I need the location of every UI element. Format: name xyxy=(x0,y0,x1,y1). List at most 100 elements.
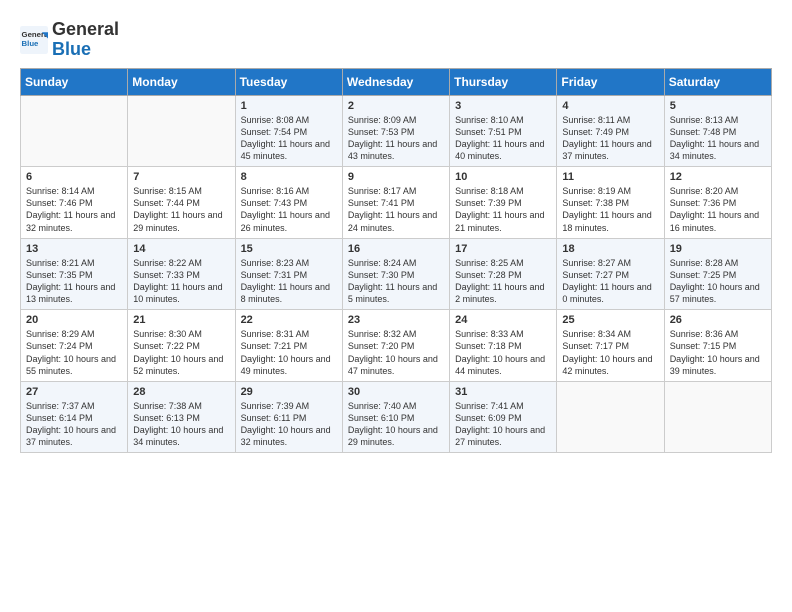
day-number: 30 xyxy=(348,386,444,398)
day-content: Sunrise: 8:21 AM Sunset: 7:35 PM Dayligh… xyxy=(26,257,122,306)
calendar-table: SundayMondayTuesdayWednesdayThursdayFrid… xyxy=(20,68,772,454)
day-number: 27 xyxy=(26,386,122,398)
day-content: Sunrise: 8:28 AM Sunset: 7:25 PM Dayligh… xyxy=(670,257,766,306)
calendar-cell: 16Sunrise: 8:24 AM Sunset: 7:30 PM Dayli… xyxy=(342,238,449,310)
calendar-cell xyxy=(557,381,664,453)
day-number: 4 xyxy=(562,100,658,112)
calendar-cell: 13Sunrise: 8:21 AM Sunset: 7:35 PM Dayli… xyxy=(21,238,128,310)
calendar-cell: 3Sunrise: 8:10 AM Sunset: 7:51 PM Daylig… xyxy=(450,95,557,167)
calendar-cell: 4 Sunrise: 8:11 AM Sunset: 7:49 PM Daylig… xyxy=(557,95,664,167)
day-content: Sunrise: 8:20 AM Sunset: 7:36 PM Dayligh… xyxy=(670,185,766,234)
calendar-cell: 11 Sunrise: 8:19 AM Sunset: 7:38 PM Dayli… xyxy=(557,167,664,239)
calendar-cell: 12 Sunrise: 8:20 AM Sunset: 7:36 PM Dayli… xyxy=(664,167,771,239)
day-content: Sunrise: 8:34 AM Sunset: 7:17 PM Dayligh… xyxy=(562,328,658,377)
day-number: 12 xyxy=(670,171,766,183)
calendar-cell: 30Sunrise: 7:40 AM Sunset: 6:10 PM Dayli… xyxy=(342,381,449,453)
day-number: 23 xyxy=(348,314,444,326)
day-content: Sunrise: 7:37 AM Sunset: 6:14 PM Dayligh… xyxy=(26,400,122,449)
calendar-week-1: 1 Sunrise: 8:08 AM Sunset: 7:54 PM Daylig… xyxy=(21,95,772,167)
calendar-cell: 17 Sunrise: 8:25 AM Sunset: 7:28 PM Dayli… xyxy=(450,238,557,310)
day-number: 29 xyxy=(241,386,337,398)
calendar-week-4: 20 Sunrise: 8:29 AM Sunset: 7:24 PM Dayli… xyxy=(21,310,772,382)
day-number: 7 xyxy=(133,171,229,183)
day-number: 26 xyxy=(670,314,766,326)
calendar-cell: 1 Sunrise: 8:08 AM Sunset: 7:54 PM Daylig… xyxy=(235,95,342,167)
day-content: Sunrise: 8:29 AM Sunset: 7:24 PM Dayligh… xyxy=(26,328,122,377)
day-content: Sunrise: 7:39 AM Sunset: 6:11 PM Dayligh… xyxy=(241,400,337,449)
day-content: Sunrise: 8:25 AM Sunset: 7:28 PM Dayligh… xyxy=(455,257,551,306)
day-content: Sunrise: 8:10 AM Sunset: 7:51 PM Dayligh… xyxy=(455,114,551,163)
day-number: 20 xyxy=(26,314,122,326)
day-number: 2 xyxy=(348,100,444,112)
calendar-cell: 10 Sunrise: 8:18 AM Sunset: 7:39 PM Dayli… xyxy=(450,167,557,239)
calendar-cell: 9 Sunrise: 8:17 AM Sunset: 7:41 PM Daylig… xyxy=(342,167,449,239)
calendar-cell: 23 Sunrise: 8:32 AM Sunset: 7:20 PM Dayli… xyxy=(342,310,449,382)
day-number: 6 xyxy=(26,171,122,183)
day-number: 9 xyxy=(348,171,444,183)
day-number: 1 xyxy=(241,100,337,112)
day-content: Sunrise: 8:36 AM Sunset: 7:15 PM Dayligh… xyxy=(670,328,766,377)
calendar-cell: 28 Sunrise: 7:38 AM Sunset: 6:13 PM Dayli… xyxy=(128,381,235,453)
day-number: 31 xyxy=(455,386,551,398)
day-content: Sunrise: 8:23 AM Sunset: 7:31 PM Dayligh… xyxy=(241,257,337,306)
calendar-cell xyxy=(21,95,128,167)
day-content: Sunrise: 8:27 AM Sunset: 7:27 PM Dayligh… xyxy=(562,257,658,306)
dow-thursday: Thursday xyxy=(450,68,557,95)
day-content: Sunrise: 8:08 AM Sunset: 7:54 PM Dayligh… xyxy=(241,114,337,163)
day-number: 24 xyxy=(455,314,551,326)
dow-tuesday: Tuesday xyxy=(235,68,342,95)
day-content: Sunrise: 8:19 AM Sunset: 7:38 PM Dayligh… xyxy=(562,185,658,234)
day-number: 5 xyxy=(670,100,766,112)
day-content: Sunrise: 8:17 AM Sunset: 7:41 PM Dayligh… xyxy=(348,185,444,234)
calendar-cell: 31 Sunrise: 7:41 AM Sunset: 6:09 PM Dayli… xyxy=(450,381,557,453)
calendar-cell: 25 Sunrise: 8:34 AM Sunset: 7:17 PM Dayli… xyxy=(557,310,664,382)
day-content: Sunrise: 8:14 AM Sunset: 7:46 PM Dayligh… xyxy=(26,185,122,234)
calendar-cell: 19 Sunrise: 8:28 AM Sunset: 7:25 PM Dayli… xyxy=(664,238,771,310)
logo: General Blue General Blue xyxy=(20,20,119,60)
dow-sunday: Sunday xyxy=(21,68,128,95)
day-number: 8 xyxy=(241,171,337,183)
day-number: 28 xyxy=(133,386,229,398)
day-content: Sunrise: 8:30 AM Sunset: 7:22 PM Dayligh… xyxy=(133,328,229,377)
day-of-week-header-row: SundayMondayTuesdayWednesdayThursdayFrid… xyxy=(21,68,772,95)
calendar-cell: 14 Sunrise: 8:22 AM Sunset: 7:33 PM Dayli… xyxy=(128,238,235,310)
day-content: Sunrise: 7:41 AM Sunset: 6:09 PM Dayligh… xyxy=(455,400,551,449)
day-number: 25 xyxy=(562,314,658,326)
day-content: Sunrise: 8:32 AM Sunset: 7:20 PM Dayligh… xyxy=(348,328,444,377)
calendar-week-2: 6 Sunrise: 8:14 AM Sunset: 7:46 PM Daylig… xyxy=(21,167,772,239)
calendar-cell xyxy=(128,95,235,167)
calendar-cell: 7 Sunrise: 8:15 AM Sunset: 7:44 PM Daylig… xyxy=(128,167,235,239)
day-number: 18 xyxy=(562,243,658,255)
day-content: Sunrise: 7:38 AM Sunset: 6:13 PM Dayligh… xyxy=(133,400,229,449)
day-number: 21 xyxy=(133,314,229,326)
dow-friday: Friday xyxy=(557,68,664,95)
svg-text:Blue: Blue xyxy=(22,39,40,48)
logo-text: General Blue xyxy=(52,20,119,60)
calendar-week-3: 13Sunrise: 8:21 AM Sunset: 7:35 PM Dayli… xyxy=(21,238,772,310)
day-number: 11 xyxy=(562,171,658,183)
day-content: Sunrise: 8:11 AM Sunset: 7:49 PM Dayligh… xyxy=(562,114,658,163)
calendar-cell: 8 Sunrise: 8:16 AM Sunset: 7:43 PM Daylig… xyxy=(235,167,342,239)
calendar-cell: 21 Sunrise: 8:30 AM Sunset: 7:22 PM Dayli… xyxy=(128,310,235,382)
calendar-cell: 5Sunrise: 8:13 AM Sunset: 7:48 PM Daylig… xyxy=(664,95,771,167)
day-number: 19 xyxy=(670,243,766,255)
calendar-cell: 29 Sunrise: 7:39 AM Sunset: 6:11 PM Dayli… xyxy=(235,381,342,453)
day-content: Sunrise: 8:16 AM Sunset: 7:43 PM Dayligh… xyxy=(241,185,337,234)
day-content: Sunrise: 8:33 AM Sunset: 7:18 PM Dayligh… xyxy=(455,328,551,377)
logo-icon: General Blue xyxy=(20,26,48,54)
calendar-cell: 24 Sunrise: 8:33 AM Sunset: 7:18 PM Dayli… xyxy=(450,310,557,382)
day-content: Sunrise: 8:15 AM Sunset: 7:44 PM Dayligh… xyxy=(133,185,229,234)
day-content: Sunrise: 8:18 AM Sunset: 7:39 PM Dayligh… xyxy=(455,185,551,234)
day-number: 14 xyxy=(133,243,229,255)
calendar-cell: 26 Sunrise: 8:36 AM Sunset: 7:15 PM Dayli… xyxy=(664,310,771,382)
day-number: 22 xyxy=(241,314,337,326)
day-number: 10 xyxy=(455,171,551,183)
day-number: 16 xyxy=(348,243,444,255)
calendar-cell: 18 Sunrise: 8:27 AM Sunset: 7:27 PM Dayli… xyxy=(557,238,664,310)
day-number: 17 xyxy=(455,243,551,255)
calendar-cell: 15Sunrise: 8:23 AM Sunset: 7:31 PM Dayli… xyxy=(235,238,342,310)
calendar-cell xyxy=(664,381,771,453)
day-content: Sunrise: 8:09 AM Sunset: 7:53 PM Dayligh… xyxy=(348,114,444,163)
calendar-cell: 2 Sunrise: 8:09 AM Sunset: 7:53 PM Daylig… xyxy=(342,95,449,167)
day-content: Sunrise: 8:22 AM Sunset: 7:33 PM Dayligh… xyxy=(133,257,229,306)
